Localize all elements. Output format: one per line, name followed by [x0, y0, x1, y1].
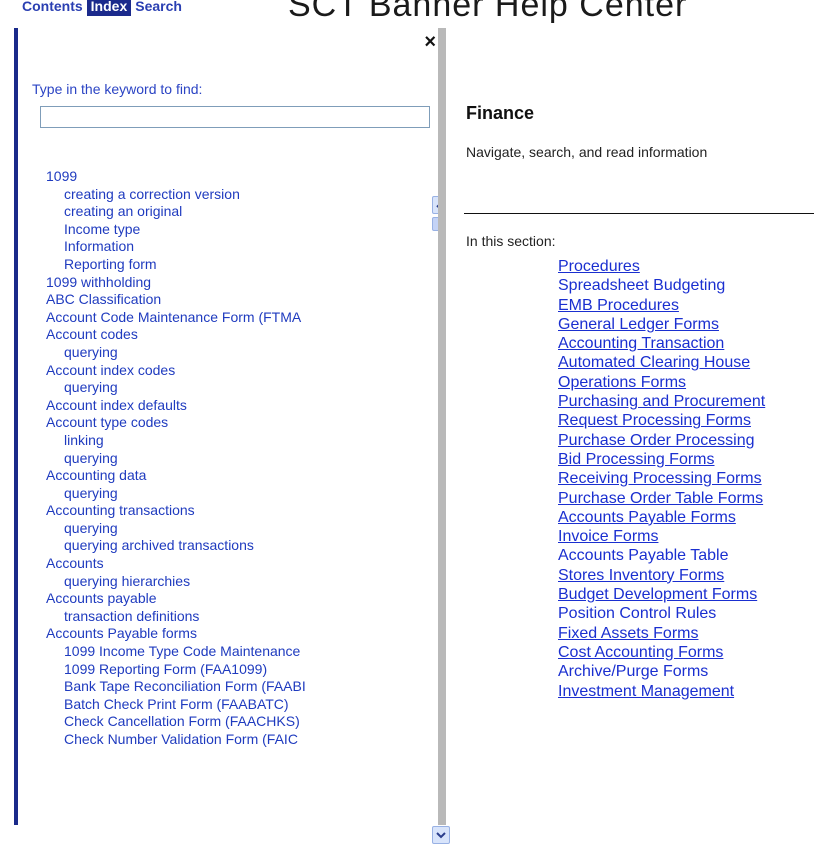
index-entry[interactable]: Accounts [46, 555, 414, 573]
index-entry[interactable]: 1099 Reporting Form (FAA1099) [46, 661, 414, 679]
index-entry[interactable]: 1099 withholding [46, 274, 414, 292]
section-link[interactable]: Purchase Order Processing [558, 431, 814, 450]
section-link[interactable]: Invoice Forms [558, 527, 814, 546]
index-entry[interactable]: Information [46, 238, 414, 256]
keyword-input[interactable] [40, 106, 430, 128]
index-entry[interactable]: Check Number Validation Form (FAIC [46, 731, 414, 749]
section-link[interactable]: General Ledger Forms [558, 315, 814, 334]
index-entry[interactable]: creating an original [46, 203, 414, 221]
keyword-prompt: Type in the keyword to find: [32, 81, 203, 97]
index-entry[interactable]: Account codes [46, 326, 414, 344]
page-title: Finance [466, 103, 535, 123]
section-link[interactable]: Purchase Order Table Forms [558, 489, 814, 508]
tab-contents[interactable]: Contents [18, 0, 87, 16]
index-entry[interactable]: Accounts Payable forms [46, 625, 414, 643]
app-title: SCT Banner Help Center [288, 0, 688, 24]
section-link[interactable]: Archive/Purge Forms [558, 662, 814, 681]
section-link[interactable]: Budget Development Forms [558, 585, 814, 604]
section-link[interactable]: Position Control Rules [558, 604, 814, 623]
index-entry[interactable]: querying hierarchies [46, 573, 414, 591]
index-pane: × Type in the keyword to find: 1099 creat… [14, 28, 450, 844]
chevron-down-icon [436, 832, 446, 839]
page-description: Navigate, search, and read information [466, 144, 708, 160]
section-link[interactable]: EMB Procedures [558, 296, 814, 315]
section-link[interactable]: Procedures [558, 257, 814, 276]
index-entry[interactable]: 1099 Income Type Code Maintenance [46, 643, 414, 661]
index-entry[interactable]: Accounts payable [46, 590, 414, 608]
divider-line [464, 213, 814, 214]
index-entry[interactable]: Account Code Maintenance Form (FTMA [46, 309, 414, 327]
tab-search[interactable]: Search [131, 0, 186, 16]
index-entry[interactable]: Accounting transactions [46, 502, 414, 520]
index-entry[interactable]: linking [46, 432, 414, 450]
tab-strip: Contents Index Search [18, 0, 186, 18]
index-entry[interactable]: querying [46, 485, 414, 503]
section-link[interactable]: Automated Clearing House [558, 353, 814, 372]
section-link[interactable]: Stores Inventory Forms [558, 566, 814, 585]
index-entry[interactable]: ABC Classification [46, 291, 414, 309]
index-entry[interactable]: Reporting form [46, 256, 414, 274]
index-entry[interactable]: Account index codes [46, 362, 414, 380]
index-entry[interactable]: querying [46, 520, 414, 538]
content-pane: Finance Navigate, search, and read infor… [446, 28, 814, 825]
section-links: Procedures Spreadsheet Budgeting EMB Proce… [558, 257, 814, 701]
section-link[interactable]: Operations Forms [558, 373, 814, 392]
section-link[interactable]: Request Processing Forms [558, 411, 814, 430]
index-entry[interactable]: Account index defaults [46, 397, 414, 415]
section-link[interactable]: Spreadsheet Budgeting [558, 276, 814, 295]
index-entry[interactable]: Account type codes [46, 414, 414, 432]
index-entry[interactable]: Batch Check Print Form (FAABATC) [46, 696, 414, 714]
index-entry[interactable]: querying [46, 379, 414, 397]
section-link[interactable]: Cost Accounting Forms [558, 643, 814, 662]
scroll-down-button[interactable] [432, 826, 450, 844]
section-label: In this section: [466, 233, 556, 249]
section-link[interactable]: Accounting Transaction [558, 334, 814, 353]
section-link[interactable]: Bid Processing Forms [558, 450, 814, 469]
section-link[interactable]: Receiving Processing Forms [558, 469, 814, 488]
index-entry[interactable]: creating a correction version [46, 186, 414, 204]
section-link[interactable]: Purchasing and Procurement [558, 392, 814, 411]
index-entry[interactable]: Accounting data [46, 467, 414, 485]
index-entry[interactable]: querying [46, 450, 414, 468]
index-entry[interactable]: transaction definitions [46, 608, 414, 626]
close-icon[interactable]: × [424, 32, 436, 52]
index-entry[interactable]: querying archived transactions [46, 537, 414, 555]
tab-index[interactable]: Index [86, 0, 132, 16]
section-link[interactable]: Investment Management [558, 682, 814, 701]
top-header: Contents Index Search SCT Banner Help Ce… [0, 0, 814, 25]
section-link[interactable]: Accounts Payable Forms [558, 508, 814, 527]
section-link[interactable]: Accounts Payable Table [558, 546, 814, 565]
index-entry[interactable]: 1099 [46, 168, 414, 186]
index-entry[interactable]: querying [46, 344, 414, 362]
index-entry[interactable]: Income type [46, 221, 414, 239]
index-entry[interactable]: Check Cancellation Form (FAACHKS) [46, 713, 414, 731]
section-link[interactable]: Fixed Assets Forms [558, 624, 814, 643]
index-list: 1099 creating a correction version creatin… [46, 168, 414, 818]
pane-splitter[interactable] [438, 28, 446, 825]
index-entry[interactable]: Bank Tape Reconciliation Form (FAABI [46, 678, 414, 696]
